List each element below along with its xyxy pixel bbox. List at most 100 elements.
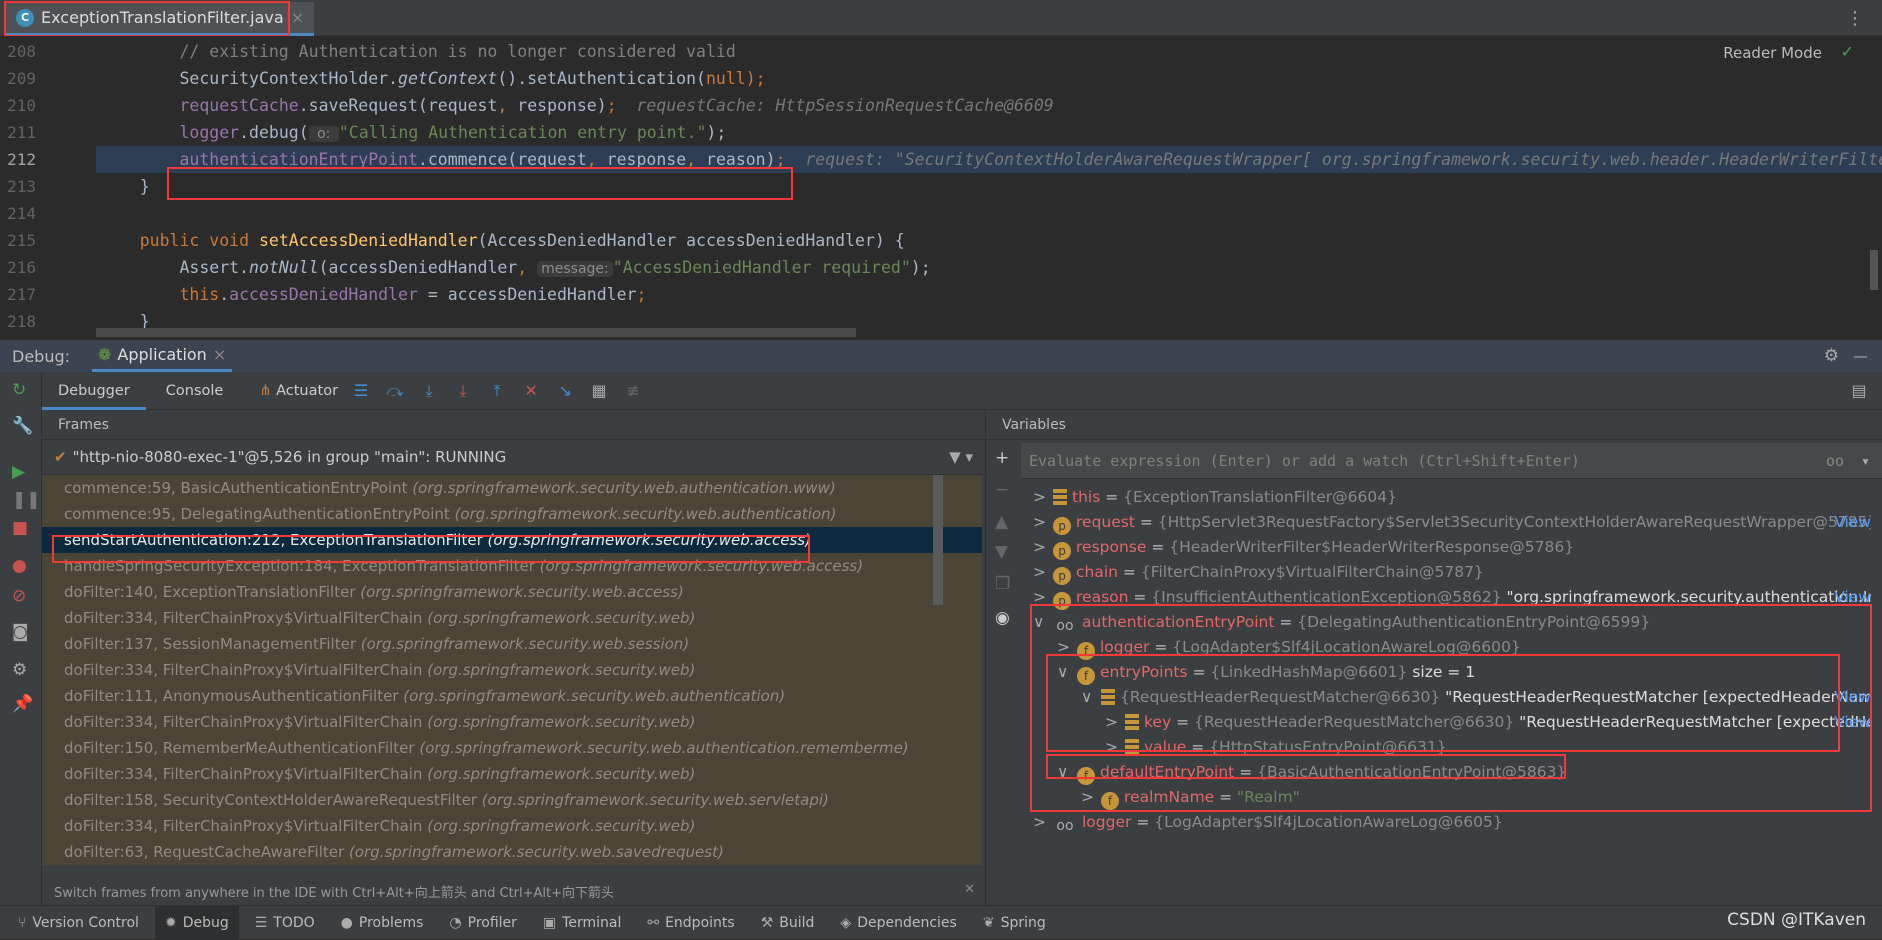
tab-actuator[interactable]: ⋔ Actuator [243, 383, 342, 399]
toolwindow-spring[interactable]: ❦Spring [973, 906, 1056, 940]
variable-row[interactable]: >oologger = {LogAdapter$Slf4jLocationAwa… [1021, 810, 1871, 835]
expand-toggle-icon[interactable]: > [1081, 785, 1101, 810]
variable-row[interactable]: >this = {ExceptionTranslationFilter@6604… [1021, 485, 1871, 510]
run-to-cursor-icon[interactable]: ↘ [550, 381, 580, 400]
frame-item[interactable]: doFilter:334, FilterChainProxy$VirtualFi… [42, 813, 982, 839]
step-over-icon[interactable]: ⤼ [380, 381, 410, 401]
tab-console[interactable]: Console [150, 383, 240, 399]
reader-mode-button[interactable]: Reader Mode [1723, 44, 1822, 62]
rerun-icon[interactable]: ↻ [12, 380, 26, 400]
camera-icon[interactable]: ◙ [12, 622, 29, 642]
toolwindow-endpoints[interactable]: ⚯Endpoints [637, 906, 744, 940]
filter-icon[interactable]: ▼ ▾ [949, 448, 973, 466]
frame-item[interactable]: commence:95, DelegatingAuthenticationEnt… [42, 501, 982, 527]
stop-icon[interactable]: ■ [12, 518, 28, 538]
view-breakpoints-icon[interactable]: ● [12, 556, 27, 576]
frame-item[interactable]: doFilter:334, FilterChainProxy$VirtualFi… [42, 709, 982, 735]
glasses-icon[interactable]: oo [1826, 443, 1844, 479]
frame-item[interactable]: commence:59, BasicAuthenticationEntryPoi… [42, 475, 982, 501]
expand-toggle-icon[interactable]: > [1033, 510, 1053, 535]
frame-item[interactable]: doFilter:137, SessionManagementFilter (o… [42, 631, 982, 657]
toolwindow-debug[interactable]: ✹Debug [155, 906, 239, 940]
variable-row[interactable]: ∨fentryPoints = {LinkedHashMap@6601} siz… [1021, 660, 1871, 685]
toolwindow-todo[interactable]: ☰TODO [245, 906, 325, 940]
frame-item[interactable]: doFilter:63, RequestCacheAwareFilter (or… [42, 839, 982, 865]
resume-icon[interactable]: ▶ [12, 462, 25, 482]
remove-watch-icon[interactable]: − [995, 480, 1009, 500]
expand-toggle-icon[interactable]: ∨ [1081, 685, 1101, 710]
variable-row[interactable]: ∨ooauthenticationEntryPoint = {Delegatin… [1021, 610, 1871, 635]
layout-settings-icon[interactable]: ▤ [1844, 381, 1874, 400]
view-link[interactable]: View [1834, 685, 1871, 710]
variable-row[interactable]: >presponse = {HeaderWriterFilter$HeaderW… [1021, 535, 1871, 560]
expand-toggle-icon[interactable]: > [1105, 710, 1125, 735]
toolwindow-build[interactable]: ⚒Build [751, 906, 825, 940]
settings-icon[interactable]: ⚙ [12, 660, 27, 680]
frame-item[interactable]: handleSpringSecurityException:184, Excep… [42, 553, 982, 579]
toolwindow-profiler[interactable]: ◔Profiler [439, 906, 527, 940]
layout-icon[interactable]: ☰ [346, 381, 376, 400]
frame-item[interactable]: doFilter:334, FilterChainProxy$VirtualFi… [42, 657, 982, 683]
variable-row[interactable]: >preason = {InsufficientAuthenticationEx… [1021, 585, 1871, 610]
frame-item[interactable]: doFilter:111, AnonymousAuthenticationFil… [42, 683, 982, 709]
frame-item[interactable]: sendStartAuthentication:212, ExceptionTr… [42, 527, 982, 553]
eye-icon[interactable]: ◉ [995, 608, 1010, 628]
horizontal-scrollbar[interactable] [96, 328, 856, 337]
toolwindow-terminal[interactable]: ▣Terminal [533, 906, 631, 940]
expand-toggle-icon[interactable]: > [1033, 535, 1053, 560]
close-session-icon[interactable]: × [213, 345, 226, 364]
mute-breakpoints-icon[interactable]: ⊘ [12, 586, 26, 606]
tab-debugger[interactable]: Debugger [42, 372, 146, 410]
trace-icon[interactable]: ≢ [618, 381, 648, 400]
wrench-icon[interactable]: 🔧 [12, 416, 33, 436]
move-down-icon[interactable]: ▼ [995, 542, 1008, 562]
expand-toggle-icon[interactable]: > [1033, 485, 1053, 510]
variable-row[interactable]: >pchain = {FilterChainProxy$VirtualFilte… [1021, 560, 1871, 585]
pin-icon[interactable]: 📌 [12, 694, 33, 714]
view-link[interactable]: View [1834, 710, 1871, 735]
variable-row[interactable]: ∨fdefaultEntryPoint = {BasicAuthenticati… [1021, 760, 1871, 785]
gear-icon[interactable]: ⚙ [1824, 346, 1839, 366]
frame-item[interactable]: doFilter:140, ExceptionTranslationFilter… [42, 579, 982, 605]
move-up-icon[interactable]: ▲ [995, 512, 1008, 532]
expand-toggle-icon[interactable]: > [1057, 635, 1077, 660]
frame-item[interactable]: doFilter:158, SecurityContextHolderAware… [42, 787, 982, 813]
toolwindow-version-control[interactable]: ⑂Version Control [8, 906, 149, 940]
frame-item[interactable]: doFilter:150, RememberMeAuthenticationFi… [42, 735, 982, 761]
code-editor[interactable]: 208 // existing Authentication is no lon… [0, 36, 1882, 340]
step-into-icon[interactable]: ⤓ [414, 381, 444, 401]
frame-item[interactable]: doFilter:334, FilterChainProxy$VirtualFi… [42, 605, 982, 631]
evaluate-expression-input[interactable]: Evaluate expression (Enter) or add a wat… [1021, 443, 1882, 479]
more-options-icon[interactable]: ⋮ [1846, 8, 1864, 29]
variable-row[interactable]: >flogger = {LogAdapter$Slf4jLocationAwar… [1021, 635, 1871, 660]
thread-selector[interactable]: ✔ "http-nio-8080-exec-1"@5,526 in group … [42, 440, 985, 475]
view-link[interactable]: View [1834, 510, 1871, 535]
close-hint-icon[interactable]: ✕ [964, 882, 975, 897]
tab-exception-translation-filter[interactable]: C ExceptionTranslationFilter.java × [6, 2, 314, 36]
variable-row[interactable]: >value = {HttpStatusEntryPoint@6631} [1021, 735, 1871, 760]
expand-toggle-icon[interactable]: > [1033, 560, 1053, 585]
force-step-into-icon[interactable]: ⤓ [448, 381, 478, 401]
minimize-icon[interactable]: — [1853, 347, 1868, 365]
add-watch-icon[interactable]: + [995, 448, 1009, 468]
variable-row[interactable]: >frealmName = "Realm" [1021, 785, 1871, 810]
expand-toggle-icon[interactable]: > [1033, 810, 1053, 835]
expand-toggle-icon[interactable]: ∨ [1057, 660, 1077, 685]
toolwindow-problems[interactable]: ●Problems [331, 906, 434, 940]
expand-toggle-icon[interactable]: > [1105, 735, 1125, 760]
evaluate-expression-icon[interactable]: ▦ [584, 381, 614, 400]
drop-frame-icon[interactable]: ✕ [516, 381, 546, 400]
variable-row[interactable]: >prequest = {HttpServlet3RequestFactory$… [1021, 510, 1871, 535]
frame-item[interactable]: doFilter:334, FilterChainProxy$VirtualFi… [42, 761, 982, 787]
duplicate-icon[interactable]: ❐ [995, 574, 1010, 594]
tab-application[interactable]: ❁ Application × [92, 340, 232, 372]
variable-row[interactable]: ∨{RequestHeaderRequestMatcher@6630} "Req… [1021, 685, 1871, 710]
close-tab-icon[interactable]: × [291, 8, 304, 27]
variable-row[interactable]: >key = {RequestHeaderRequestMatcher@6630… [1021, 710, 1871, 735]
frames-scrollbar[interactable] [933, 475, 943, 605]
pause-icon[interactable]: ❚❚ [12, 490, 41, 510]
expand-toggle-icon[interactable]: ∨ [1033, 610, 1053, 635]
toolwindow-dependencies[interactable]: ◈Dependencies [830, 906, 966, 940]
expand-toggle-icon[interactable]: > [1033, 585, 1053, 610]
chevron-down-icon[interactable]: ▾ [1861, 443, 1870, 479]
